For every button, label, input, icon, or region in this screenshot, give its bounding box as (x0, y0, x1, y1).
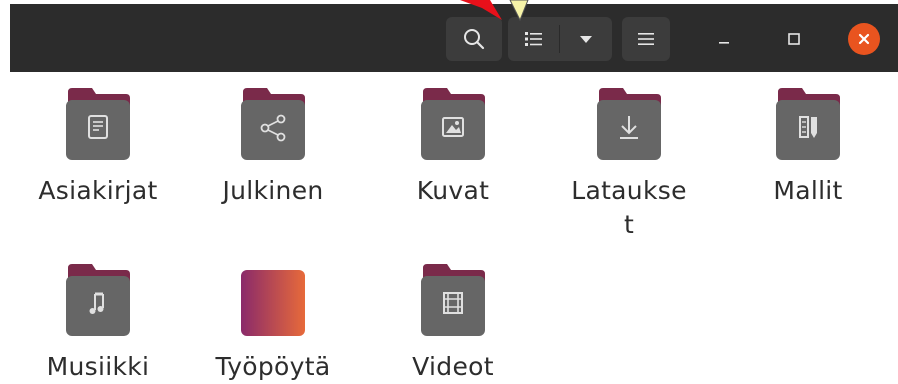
folder-label: Lataukse t (571, 176, 687, 239)
close-icon (858, 33, 870, 45)
desktop-icon (241, 270, 305, 336)
maximize-button[interactable] (772, 17, 816, 61)
close-circle (848, 23, 880, 55)
view-toggle-group (508, 17, 612, 61)
view-options-dropdown[interactable] (560, 17, 612, 61)
folder-label: Asiakirjat (38, 176, 158, 205)
chevron-down-icon (580, 36, 592, 43)
close-button[interactable] (842, 17, 886, 61)
folder-icon (66, 88, 130, 160)
folder-label: Julkinen (222, 176, 324, 205)
main-menu-button[interactable] (622, 17, 670, 61)
folder-label: Videot (412, 352, 494, 381)
minimize-button[interactable] (702, 17, 746, 61)
folder-icon (66, 264, 130, 336)
pointer-cursor-icon (460, 0, 529, 22)
hamburger-menu-icon (638, 33, 654, 45)
maximize-icon (788, 33, 800, 45)
folder-icon (597, 88, 661, 160)
folder-label: Mallit (773, 176, 843, 205)
minimize-icon (719, 42, 729, 44)
header-bar (10, 4, 898, 72)
folder-label: Kuvat (416, 176, 490, 205)
folder-icon (776, 88, 840, 160)
search-icon (464, 29, 485, 50)
list-view-button[interactable] (508, 17, 559, 61)
folder-label: Työpöytä (215, 352, 331, 381)
list-view-icon (524, 32, 542, 46)
folder-icon (421, 88, 485, 160)
search-button[interactable] (446, 17, 502, 61)
folder-label: Musiikki (46, 352, 150, 381)
folder-icon (421, 264, 485, 336)
folder-icon (241, 88, 305, 160)
